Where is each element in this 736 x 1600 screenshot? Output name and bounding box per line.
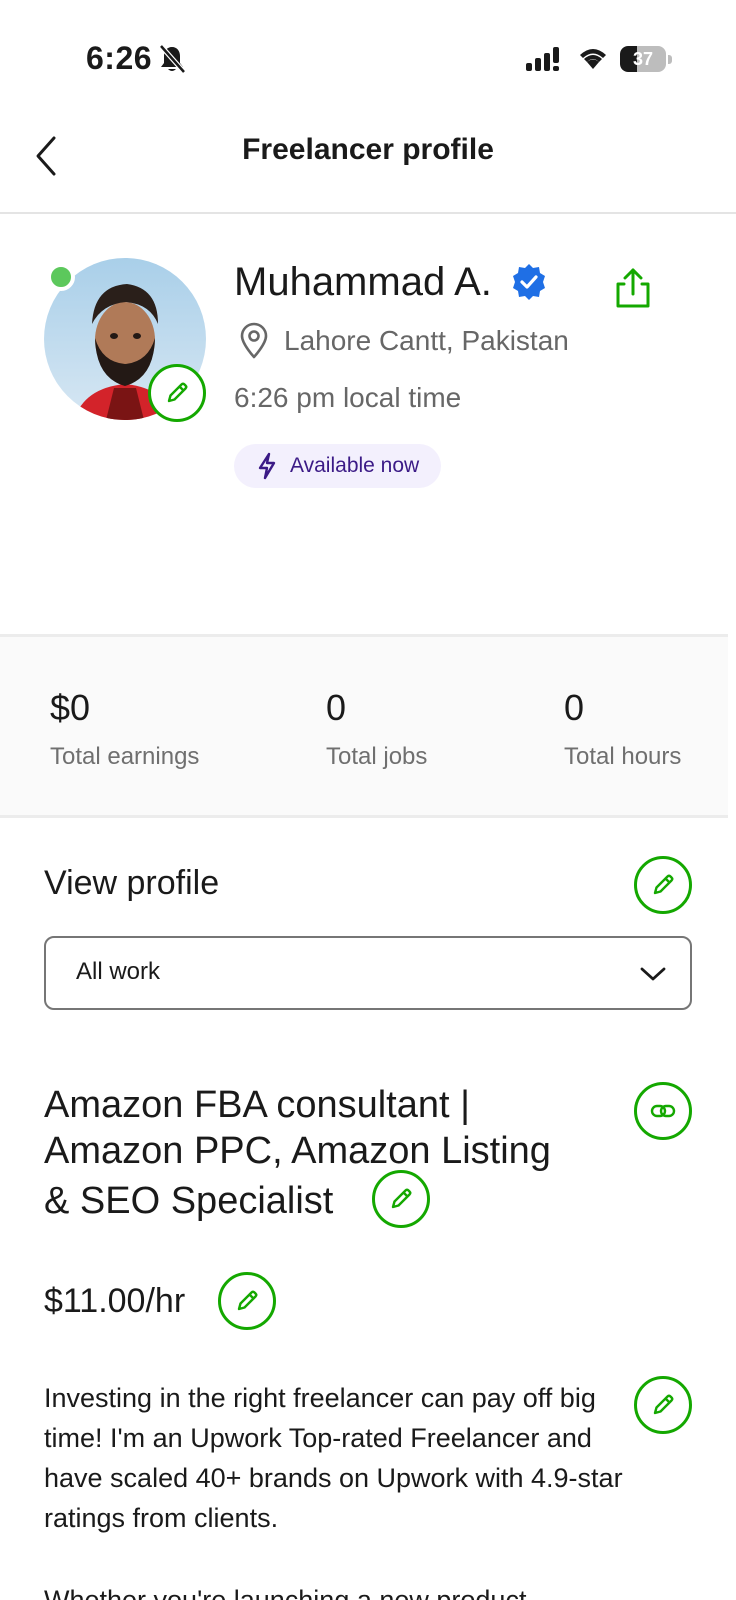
signal-icon [526, 47, 559, 71]
pencil-icon [653, 1394, 674, 1415]
status-bar: 6:26 37 [0, 0, 736, 110]
lightning-icon [258, 452, 276, 480]
wifi-icon [580, 49, 606, 69]
nav-bar: Freelancer profile [0, 110, 736, 214]
stat-value: 0 [326, 687, 347, 728]
select-value: All work [76, 958, 161, 985]
pencil-icon [167, 382, 188, 403]
profile-filter-select[interactable]: All work [44, 936, 692, 1010]
page-title: Freelancer profile [242, 133, 494, 166]
stat-total-earnings: $0 Total earnings [50, 687, 199, 771]
stat-value: $0 [50, 687, 91, 728]
copy-link-button[interactable] [634, 1082, 692, 1140]
verified-badge-icon [512, 264, 545, 300]
chevron-down-icon [640, 967, 666, 981]
edit-profile-button[interactable] [634, 856, 692, 914]
job-title: Amazon FBA consultant | Amazon PPC, Amaz… [44, 1082, 604, 1224]
edit-title-button[interactable] [372, 1170, 430, 1228]
stats-panel: $0 Total earnings 0 Total jobs 0 Total h… [0, 634, 728, 818]
location-text: Lahore Cantt, Pakistan [284, 325, 569, 356]
local-time: 6:26 pm local time [234, 382, 462, 413]
edit-photo-button[interactable] [148, 364, 206, 422]
profile-name-row: Muhammad A. [234, 256, 548, 308]
location-row: Lahore Cantt, Pakistan [238, 322, 569, 360]
link-icon [650, 1104, 676, 1118]
battery-icon: 37 [620, 46, 672, 72]
stat-label: Total earnings [50, 743, 200, 770]
battery-level: 37 [632, 49, 654, 69]
job-title-line: Amazon FBA consultant | [44, 1084, 470, 1126]
view-profile-title: View profile [44, 864, 220, 902]
avatar-container [44, 258, 206, 422]
pencil-icon [653, 874, 674, 895]
share-icon[interactable] [612, 266, 654, 310]
pencil-icon [237, 1290, 258, 1311]
stat-label: Total jobs [326, 743, 428, 770]
edit-rate-button[interactable] [218, 1272, 276, 1330]
profile-name: Muhammad A. [234, 259, 492, 304]
availability-label: Available now [290, 454, 420, 477]
edit-description-button[interactable] [634, 1376, 692, 1434]
hourly-rate: $11.00/hr [44, 1282, 186, 1320]
location-pin-icon [240, 322, 268, 359]
stat-total-hours: 0 Total hours [564, 687, 681, 771]
stat-total-jobs: 0 Total jobs [326, 687, 427, 771]
profile-description-continued: Whether you're launching a new product [44, 1585, 527, 1600]
profile-description: Investing in the right freelancer can pa… [44, 1383, 623, 1533]
job-title-line: Amazon PPC, Amazon Listing [44, 1130, 551, 1172]
bell-muted-icon [159, 44, 186, 74]
availability-badge[interactable]: Available now [234, 444, 442, 488]
pencil-icon [391, 1188, 412, 1209]
status-time: 6:26 [86, 40, 153, 76]
job-title-line: & SEO Specialist [44, 1180, 334, 1222]
online-status-dot [47, 263, 75, 291]
stat-value: 0 [564, 687, 585, 728]
stat-label: Total hours [564, 743, 682, 770]
